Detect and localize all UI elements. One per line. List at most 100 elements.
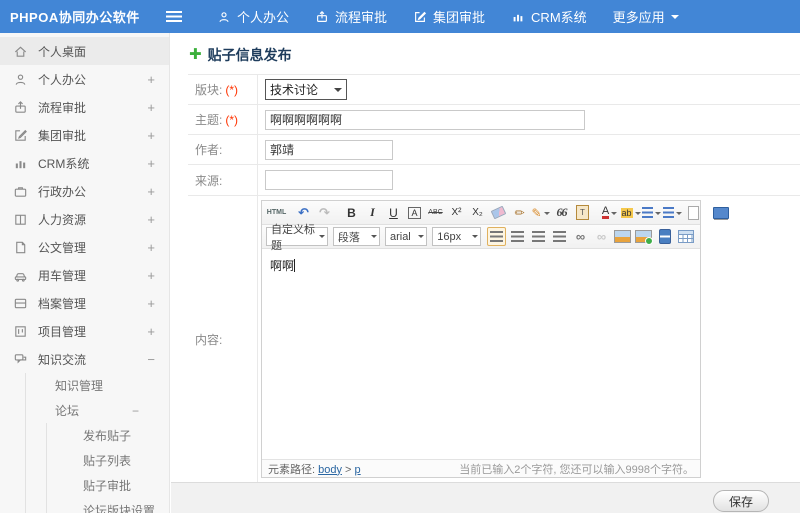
sidebar-item-personal-desktop[interactable]: 个人桌面 <box>0 37 169 65</box>
expand-toggle[interactable]: + <box>147 128 155 143</box>
image-button[interactable] <box>613 227 632 246</box>
sidebar-item-label: 个人办公 <box>38 72 87 87</box>
align-center-button[interactable] <box>508 227 527 246</box>
blockquote-button[interactable] <box>552 203 571 222</box>
app-logo: PHPOA协同办公软件 <box>10 10 140 25</box>
html-source-button[interactable] <box>267 203 286 222</box>
share-icon <box>13 99 29 115</box>
link-button[interactable] <box>571 227 590 246</box>
font-color-button[interactable] <box>600 203 619 222</box>
nav-item-workflow-approval[interactable]: 流程审批 <box>302 0 400 33</box>
sidebar-item-vehicle-mgmt[interactable]: 用车管理 + <box>0 261 169 289</box>
section-select[interactable]: 技术讨论 <box>265 79 347 100</box>
caret-down-icon <box>670 14 679 23</box>
sidebar-item-workflow-approval[interactable]: 流程审批 + <box>0 93 169 121</box>
hamburger-icon[interactable] <box>166 11 182 22</box>
path-p-link[interactable]: p <box>355 464 361 476</box>
sidebar-item-post-publish[interactable]: 发布贴子 <box>0 423 169 448</box>
sidebar-item-post-list[interactable]: 贴子列表 <box>0 448 169 473</box>
superscript-button[interactable] <box>447 203 466 222</box>
unlink-button[interactable] <box>592 227 611 246</box>
undo-button[interactable] <box>294 203 313 222</box>
text-cursor <box>294 259 296 272</box>
expand-toggle[interactable]: + <box>147 324 155 339</box>
expand-toggle[interactable]: + <box>147 72 155 87</box>
sidebar-item-document-mgmt[interactable]: 公文管理 + <box>0 233 169 261</box>
top-navbar: PHPOA协同办公软件 个人办公 流程审批 集团审批 CRM系统 更多应用 <box>0 0 800 33</box>
nav-item-personal-office[interactable]: 个人办公 <box>204 0 302 33</box>
expand-toggle[interactable]: + <box>147 212 155 227</box>
table-button[interactable] <box>676 227 695 246</box>
sidebar-item-knowledge-exchange[interactable]: 知识交流 − <box>0 345 169 373</box>
fullscreen-button[interactable] <box>711 203 730 222</box>
new-document-button[interactable] <box>684 203 703 222</box>
sidebar-item-label: 人力资源 <box>38 212 87 227</box>
page-title-text: 贴子信息发布 <box>207 47 292 63</box>
format-painter-button[interactable] <box>510 203 529 222</box>
sidebar-item-label: 贴子列表 <box>83 454 132 468</box>
nav-item-label: 集团审批 <box>433 10 486 25</box>
sidebar-item-label: 贴子审批 <box>83 479 132 493</box>
underline-button[interactable] <box>384 203 403 222</box>
bold-button[interactable] <box>342 203 361 222</box>
collapse-toggle[interactable]: − <box>132 404 139 418</box>
paste-text-button[interactable] <box>573 203 592 222</box>
caret-down-icon <box>418 235 425 241</box>
sidebar-item-project-mgmt[interactable]: 项目管理 + <box>0 317 169 345</box>
italic-button[interactable] <box>363 203 382 222</box>
form-row-subject: 主题: (*) <box>188 105 800 135</box>
home-icon <box>13 43 29 59</box>
expand-toggle[interactable]: + <box>147 100 155 115</box>
font-size-select[interactable]: 16px <box>432 227 481 246</box>
expand-toggle[interactable]: + <box>147 240 155 255</box>
save-button[interactable]: 保存 <box>713 490 769 512</box>
redo-button[interactable] <box>315 203 334 222</box>
archive-icon <box>13 295 29 311</box>
expand-toggle[interactable]: + <box>147 184 155 199</box>
content-label: 内容: <box>188 196 258 482</box>
align-left-button[interactable] <box>487 227 506 246</box>
remove-format-button[interactable] <box>489 203 508 222</box>
nav-item-more-apps[interactable]: 更多应用 <box>600 0 692 33</box>
expand-toggle[interactable]: + <box>147 296 155 311</box>
sidebar-item-hr[interactable]: 人力资源 + <box>0 205 169 233</box>
scrawl-button[interactable] <box>531 203 550 222</box>
custom-title-select[interactable]: 自定义标题 <box>266 224 328 252</box>
source-input[interactable] <box>265 170 393 190</box>
post-form: 版块: (*) 技术讨论 主题: (*) 啊啊啊啊啊啊 作者: 郭靖 来源: 内… <box>188 74 800 483</box>
path-body-link[interactable]: body <box>318 464 342 476</box>
sidebar-submenu-forum: 发布贴子 贴子列表 贴子审批 论坛版块设置 <box>0 423 169 513</box>
expand-toggle[interactable]: + <box>147 156 155 171</box>
subject-input[interactable] <box>265 109 585 130</box>
section-select-value: 技术讨论 <box>270 83 319 97</box>
author-input[interactable] <box>265 139 393 160</box>
ordered-list-button[interactable] <box>642 203 661 222</box>
align-right-button[interactable] <box>529 227 548 246</box>
font-family-select[interactable]: arial <box>384 227 428 246</box>
highlight-color-button[interactable] <box>621 203 640 222</box>
sidebar-item-archive-mgmt[interactable]: 档案管理 + <box>0 289 169 317</box>
expand-toggle[interactable]: + <box>147 268 155 283</box>
video-button[interactable] <box>655 227 674 246</box>
unordered-list-button[interactable] <box>663 203 682 222</box>
sidebar-item-crm[interactable]: CRM系统 + <box>0 149 169 177</box>
sidebar-item-knowledge-mgmt[interactable]: 知识管理 <box>0 373 169 398</box>
paragraph-select[interactable]: 段落 <box>332 227 380 246</box>
nav-item-group-approval[interactable]: 集团审批 <box>400 0 498 33</box>
sidebar-item-personal-office[interactable]: 个人办公 + <box>0 65 169 93</box>
nav-item-crm[interactable]: CRM系统 <box>498 0 600 33</box>
sidebar-item-forum-section-settings[interactable]: 论坛版块设置 <box>0 498 169 513</box>
align-justify-button[interactable] <box>550 227 569 246</box>
sidebar-item-admin-office[interactable]: 行政办公 + <box>0 177 169 205</box>
sidebar-item-forum[interactable]: 论坛 − <box>0 398 169 423</box>
collapse-toggle[interactable]: − <box>147 352 155 367</box>
strikethrough-button[interactable] <box>426 203 445 222</box>
char-border-button[interactable] <box>405 203 424 222</box>
form-footer: 保存 <box>171 482 800 513</box>
subscript-button[interactable] <box>468 203 487 222</box>
sidebar-item-group-approval[interactable]: 集团审批 + <box>0 121 169 149</box>
snapshot-button[interactable] <box>634 227 653 246</box>
sidebar-item-post-approval[interactable]: 贴子审批 <box>0 473 169 498</box>
editor-content-area[interactable]: 啊啊 <box>262 249 700 459</box>
char-counter: 当前已输入2个字符, 您还可以输入9998个字符。 <box>459 463 694 476</box>
